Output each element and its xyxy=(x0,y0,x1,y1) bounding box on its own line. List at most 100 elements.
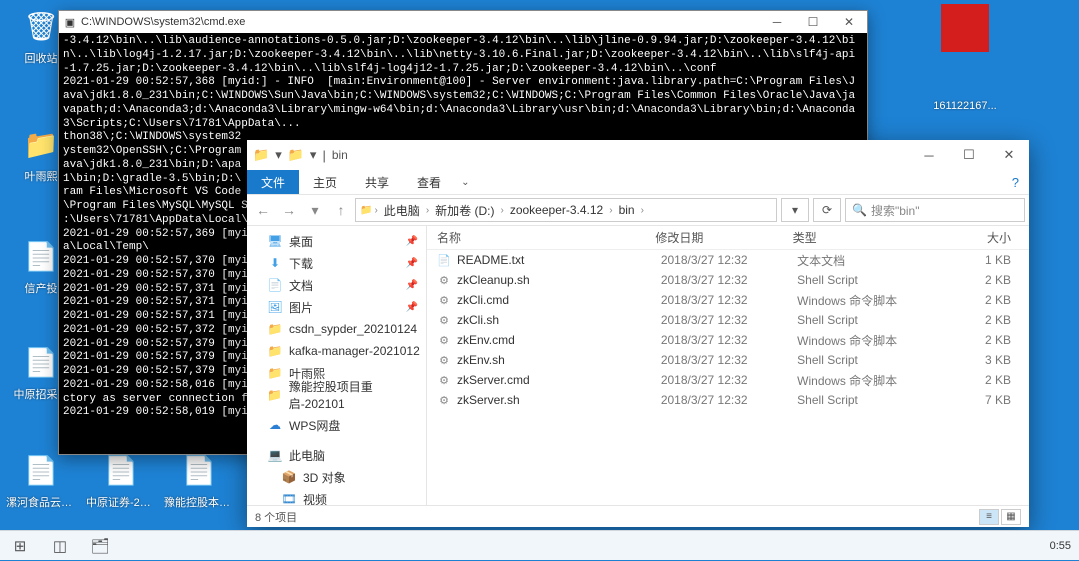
file-size: 2 KB xyxy=(943,313,1029,327)
file-name: README.txt xyxy=(457,253,524,267)
file-row[interactable]: ⚙zkCli.cmd 2018/3/27 12:32 Windows 命令脚本 … xyxy=(427,290,1029,310)
sidebar-item-icon: 🎞 xyxy=(281,492,297,505)
file-row[interactable]: 📄README.txt 2018/3/27 12:32 文本文档 1 KB xyxy=(427,250,1029,270)
explorer-titlebar[interactable]: 📁 ▾ 📁 ▾ | bin ─ ☐ ✕ xyxy=(247,140,1029,170)
file-date: 2018/3/27 12:32 xyxy=(651,253,787,267)
desktop-icon[interactable]: 📄中原证券-20200118... xyxy=(86,450,156,510)
taskbar-app[interactable]: 🗂 xyxy=(80,531,120,561)
sidebar-item[interactable]: 🎞视频 xyxy=(247,488,426,505)
file-size: 2 KB xyxy=(943,373,1029,387)
address-bar[interactable]: 📁›此电脑›新加卷 (D:)›zookeeper-3.4.12›bin› xyxy=(355,198,777,222)
header-date[interactable]: 修改日期 xyxy=(645,229,782,246)
sidebar-item-wps[interactable]: ☁WPS网盘 xyxy=(247,414,426,436)
file-row[interactable]: ⚙zkEnv.cmd 2018/3/27 12:32 Windows 命令脚本 … xyxy=(427,330,1029,350)
file-icon: ⚙ xyxy=(437,353,451,367)
sidebar-item[interactable]: ⬇ 下载 📌 xyxy=(247,252,426,274)
breadcrumb-item[interactable]: zookeeper-3.4.12 xyxy=(506,203,607,217)
ribbon-tab-home[interactable]: 主页 xyxy=(299,170,351,194)
search-input[interactable]: 🔍 搜索"bin" xyxy=(845,198,1025,222)
header-type[interactable]: 类型 xyxy=(783,229,938,246)
start-button[interactable]: ⊞ xyxy=(0,531,40,561)
ribbon-tab-share[interactable]: 共享 xyxy=(351,170,403,194)
explorer-ribbon: 文件 主页 共享 查看 ⌄ ? xyxy=(247,170,1029,194)
file-size: 7 KB xyxy=(943,393,1029,407)
sidebar-item[interactable]: 📦3D 对象 xyxy=(247,466,426,488)
explorer-title-text: bin xyxy=(332,148,909,162)
file-type: Shell Script xyxy=(787,393,943,407)
sidebar-item[interactable]: 📁豫能控股项目重启-202101 xyxy=(247,384,426,406)
file-row[interactable]: ⚙zkCleanup.sh 2018/3/27 12:32 Shell Scri… xyxy=(427,270,1029,290)
desktop-icon-glyph: 📁 xyxy=(21,124,61,164)
nav-forward-button[interactable]: → xyxy=(277,198,301,222)
ribbon-help-icon[interactable]: ? xyxy=(1002,170,1029,194)
explorer-maximize-button[interactable]: ☐ xyxy=(949,140,989,170)
file-row[interactable]: ⚙zkCli.sh 2018/3/27 12:32 Shell Script 2… xyxy=(427,310,1029,330)
file-date: 2018/3/27 12:32 xyxy=(651,393,787,407)
sidebar-item-icon: 📦 xyxy=(281,470,297,484)
file-date: 2018/3/27 12:32 xyxy=(651,373,787,387)
desktop-icon-glyph: 🗑 xyxy=(21,6,61,46)
file-icon: ⚙ xyxy=(437,273,451,287)
desktop-icon[interactable]: 📄漯河食品云相关+解决方案 xyxy=(6,450,76,510)
desktop-icon-glyph: 📄 xyxy=(21,236,61,276)
sidebar-item-thispc[interactable]: 💻此电脑 xyxy=(247,444,426,466)
file-row[interactable]: ⚙zkEnv.sh 2018/3/27 12:32 Shell Script 3… xyxy=(427,350,1029,370)
header-name[interactable]: 名称 xyxy=(427,229,645,246)
explorer-minimize-button[interactable]: ─ xyxy=(909,140,949,170)
file-row[interactable]: ⚙zkServer.sh 2018/3/27 12:32 Shell Scrip… xyxy=(427,390,1029,410)
pin-icon: 📌 xyxy=(406,258,418,269)
nav-recent-button[interactable]: ▾ xyxy=(303,198,327,222)
view-details-button[interactable]: ≡ xyxy=(979,509,999,525)
desktop-icon[interactable]: 📄豫能控股本周计划.xmind xyxy=(164,450,234,510)
file-icon: ⚙ xyxy=(437,293,451,307)
cmd-title-text: C:\WINDOWS\system32\cmd.exe xyxy=(81,16,759,28)
sidebar-item[interactable]: 🖼图片📌 xyxy=(247,296,426,318)
sidebar-item[interactable]: 🖥桌面📌 xyxy=(247,230,426,252)
file-date: 2018/3/27 12:32 xyxy=(651,353,787,367)
desktop-icon-glyph: 📄 xyxy=(101,450,141,490)
breadcrumb-item[interactable]: 新加卷 (D:) xyxy=(431,202,498,219)
cmd-maximize-button[interactable]: ☐ xyxy=(795,11,831,33)
file-type: Windows 命令脚本 xyxy=(787,332,943,349)
taskbar-clock[interactable]: 0:55 xyxy=(1042,540,1079,552)
cmd-titlebar[interactable]: ▣ C:\WINDOWS\system32\cmd.exe ─ ☐ ✕ xyxy=(59,11,867,33)
file-type: Shell Script xyxy=(787,273,943,287)
desktop-icon[interactable]: 161122167... xyxy=(930,56,1000,112)
sidebar-item[interactable]: 📁csdn_sypder_20210124 xyxy=(247,318,426,340)
sidebar-item-label: 下载 xyxy=(289,255,313,272)
refresh-button[interactable]: ⟳ xyxy=(813,198,841,222)
sidebar-item[interactable]: 📁kafka-manager-2021012 xyxy=(247,340,426,362)
cmd-close-button[interactable]: ✕ xyxy=(831,11,867,33)
desktop-icon-glyph: 📄 xyxy=(21,342,61,382)
folder-icon: 📁 xyxy=(253,147,269,163)
file-row[interactable]: ⚙zkServer.cmd 2018/3/27 12:32 Windows 命令… xyxy=(427,370,1029,390)
address-dropdown-button[interactable]: ▾ xyxy=(781,198,809,222)
sidebar-item[interactable]: 📄文档📌 xyxy=(247,274,426,296)
taskview-button[interactable]: ◫ xyxy=(40,531,80,561)
explorer-close-button[interactable]: ✕ xyxy=(989,140,1029,170)
explorer-window[interactable]: 📁 ▾ 📁 ▾ | bin ─ ☐ ✕ 文件 主页 共享 查看 ⌄ ? ← → … xyxy=(247,140,1029,527)
sidebar-item-label: 桌面 xyxy=(289,233,313,250)
file-name: zkServer.cmd xyxy=(457,373,530,387)
pc-icon: 💻 xyxy=(267,448,283,462)
sidebar-item-icon: ⬇ xyxy=(267,256,283,270)
dropdown-icon[interactable]: ▾ xyxy=(275,147,282,163)
file-size: 2 KB xyxy=(943,293,1029,307)
nav-up-button[interactable]: ↑ xyxy=(329,198,353,222)
ribbon-expand-icon[interactable]: ⌄ xyxy=(455,170,475,194)
header-size[interactable]: 大小 xyxy=(938,229,1029,246)
taskbar[interactable]: ⊞ ◫ 🗂 0:55 xyxy=(0,530,1079,560)
ribbon-tab-view[interactable]: 查看 xyxy=(403,170,455,194)
cmd-minimize-button[interactable]: ─ xyxy=(759,11,795,33)
sidebar-item-label: csdn_sypder_20210124 xyxy=(289,322,417,336)
breadcrumb-item[interactable]: 此电脑 xyxy=(380,202,424,219)
nav-back-button[interactable]: ← xyxy=(251,198,275,222)
view-icons-button[interactable]: ▦ xyxy=(1001,509,1021,525)
file-icon: 📄 xyxy=(437,253,451,267)
breadcrumb-item[interactable]: bin xyxy=(615,203,639,217)
desktop-icon-glyph xyxy=(945,56,985,96)
chevron-right-icon: › xyxy=(609,205,612,216)
column-headers[interactable]: 名称 修改日期 类型 大小 xyxy=(427,226,1029,250)
file-date: 2018/3/27 12:32 xyxy=(651,293,787,307)
ribbon-tab-file[interactable]: 文件 xyxy=(247,170,299,194)
